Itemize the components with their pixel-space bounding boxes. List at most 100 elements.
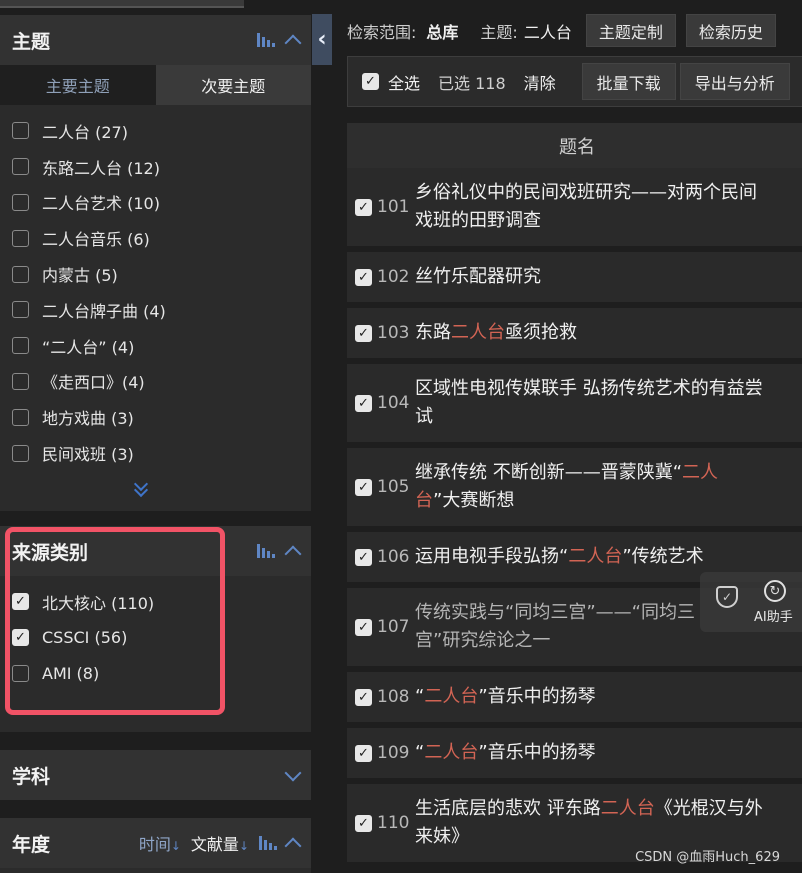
ai-assistant-widget[interactable]: ✓ ↻ AI助手	[700, 572, 802, 632]
facet-label[interactable]: “二人台” (4)	[42, 334, 134, 358]
row-checkbox[interactable]: ✓	[355, 394, 372, 412]
chevron-up-icon[interactable]	[284, 837, 302, 855]
result-row[interactable]: ✓ 101 乡俗礼仪中的民间戏班研究——对两个民间 戏班的田野调查	[347, 168, 802, 246]
facet-label[interactable]: 二人台艺术 (10)	[42, 190, 160, 214]
ai-assistant-label[interactable]: AI助手	[754, 606, 793, 625]
row-checkbox[interactable]: ✓	[355, 198, 372, 216]
row-checkbox[interactable]: ✓	[355, 618, 372, 636]
topic-panel-header[interactable]: 主题	[0, 15, 311, 65]
facet-label[interactable]: 二人台音乐 (6)	[42, 226, 150, 250]
clear-button[interactable]: 清除	[524, 70, 556, 94]
topic-panel-title: 主题	[12, 30, 51, 53]
row-checkbox[interactable]: ✓	[355, 324, 372, 342]
facet-label[interactable]: 内蒙古 (5)	[42, 262, 118, 286]
result-title-link[interactable]: 丝竹乐配器研究	[415, 263, 802, 291]
facet-label[interactable]: 东路二人台 (12)	[42, 155, 160, 179]
result-title-link[interactable]: 生活底层的悲欢 评东路二人台《光棍汉与外 来妹》	[415, 795, 802, 851]
chart-icon[interactable]	[257, 544, 275, 558]
title-line: 丝竹乐配器研究	[415, 263, 802, 291]
search-history-button[interactable]: 检索历史	[685, 14, 776, 47]
chart-icon[interactable]	[257, 33, 275, 47]
facet-label[interactable]: 地方戏曲 (3)	[42, 405, 134, 429]
row-number: 103	[377, 323, 410, 343]
row-checkbox[interactable]: ✓	[355, 548, 372, 566]
facet-item[interactable]: 二人台 (27)	[0, 113, 311, 149]
facet-item[interactable]: 《走西口》(4)	[0, 364, 311, 400]
title-text: 丝竹乐配器研究	[415, 266, 541, 287]
result-row[interactable]: ✓ 105 继承传统 不断创新——晋蒙陕冀“二人 台”大赛断想	[347, 448, 802, 526]
result-row[interactable]: ✓ 102 丝竹乐配器研究	[347, 252, 802, 302]
row-checkbox[interactable]: ✓	[355, 688, 372, 706]
row-checkbox[interactable]: ✓	[355, 814, 372, 832]
facet-checkbox[interactable]	[12, 229, 29, 247]
facet-checkbox[interactable]	[12, 372, 29, 390]
search-scope-bar: 检索范围: 总库 主题: 二人台 主题定制 检索历史	[347, 14, 786, 47]
facet-item[interactable]: “二人台” (4)	[0, 328, 311, 364]
result-row[interactable]: ✓ 103 东路二人台亟须抢救	[347, 308, 802, 358]
export-analysis-button[interactable]: 导出与分析	[679, 63, 790, 100]
tab-primary-topic[interactable]: 主要主题	[0, 65, 156, 105]
chevron-up-icon[interactable]	[284, 545, 302, 563]
select-all-checkbox[interactable]: ✓	[362, 73, 379, 90]
result-title-link[interactable]: 区域性电视传媒联手 弘扬传统艺术的有益尝试	[415, 375, 802, 431]
select-all-label[interactable]: 全选	[388, 70, 420, 94]
chevron-up-icon[interactable]	[284, 34, 302, 52]
result-title-link[interactable]: 东路二人台亟须抢救	[415, 319, 802, 347]
facet-checkbox[interactable]	[12, 265, 29, 283]
facet-label[interactable]: 二人台牌子曲 (4)	[42, 298, 166, 322]
keyword-highlight: 二人台	[424, 742, 479, 763]
chart-icon[interactable]	[259, 836, 277, 850]
result-row[interactable]: ✓ 108 “二人台”音乐中的扬琴	[347, 672, 802, 722]
facet-item[interactable]: 二人台艺术 (10)	[0, 185, 311, 221]
title-text: ”音乐中的扬琴	[478, 686, 596, 707]
watermark: CSDN @血雨Huch_629	[635, 850, 780, 865]
column-header-title[interactable]: 题名	[347, 123, 802, 168]
result-title-link[interactable]: 继承传统 不断创新——晋蒙陕冀“二人 台”大赛断想	[415, 459, 802, 515]
batch-download-button[interactable]: 批量下载	[581, 63, 676, 100]
facet-label[interactable]: 《走西口》(4)	[42, 369, 145, 393]
subject-panel-header[interactable]: 学科	[0, 750, 311, 800]
arrow-down-icon: ↓	[238, 839, 249, 853]
row-checkbox[interactable]: ✓	[355, 744, 372, 762]
facet-checkbox[interactable]	[12, 408, 29, 426]
result-title-link[interactable]: 乡俗礼仪中的民间戏班研究——对两个民间 戏班的田野调查	[415, 179, 802, 235]
facet-item[interactable]: 地方戏曲 (3)	[0, 399, 311, 435]
facet-checkbox[interactable]	[12, 193, 29, 211]
collapse-sidebar-button[interactable]: ‹	[312, 14, 332, 65]
keyword-highlight: 二人台	[600, 798, 655, 819]
highlight-box	[5, 527, 225, 715]
shield-icon[interactable]: ✓	[716, 586, 738, 608]
title-line: 生活底层的悲欢 评东路二人台《光棍汉与外	[415, 795, 802, 823]
facet-item[interactable]: 民间戏班 (3)	[0, 435, 311, 471]
sort-by-count[interactable]: 文献量↓	[191, 831, 249, 855]
result-title-link[interactable]: 运用电视手段弘扬“二人台”传统艺术	[415, 543, 802, 571]
facet-item[interactable]: 内蒙古 (5)	[0, 256, 311, 292]
year-panel-header[interactable]: 年度 时间↓ 文献量↓	[0, 818, 311, 868]
facet-checkbox[interactable]	[12, 122, 29, 140]
title-text: 区域性电视传媒联手 弘扬传统艺术的有益尝	[415, 378, 763, 399]
tab-secondary-topic[interactable]: 次要主题	[155, 65, 311, 105]
row-checkbox[interactable]: ✓	[355, 478, 372, 496]
result-row[interactable]: ✓ 109 “二人台”音乐中的扬琴	[347, 728, 802, 778]
facet-label[interactable]: 民间戏班 (3)	[42, 441, 134, 465]
result-title-link[interactable]: “二人台”音乐中的扬琴	[415, 739, 802, 767]
row-number: 107	[377, 617, 410, 637]
row-checkbox[interactable]: ✓	[355, 268, 372, 286]
facet-label[interactable]: 二人台 (27)	[42, 119, 128, 143]
facet-item[interactable]: 二人台音乐 (6)	[0, 220, 311, 256]
facet-checkbox[interactable]	[12, 444, 29, 462]
chevron-down-icon[interactable]	[284, 764, 302, 782]
title-text: 亟须抢救	[505, 322, 577, 343]
result-title-link[interactable]: “二人台”音乐中的扬琴	[415, 683, 802, 711]
scope-value[interactable]: 总库	[426, 19, 458, 43]
facet-checkbox[interactable]	[12, 158, 29, 176]
facet-checkbox[interactable]	[12, 337, 29, 355]
sort-by-time[interactable]: 时间↓	[139, 831, 181, 855]
topic-custom-button[interactable]: 主题定制	[585, 14, 676, 47]
ai-swirl-icon[interactable]: ↻	[764, 580, 786, 602]
expand-more-icon[interactable]	[133, 476, 149, 499]
result-row[interactable]: ✓ 104 区域性电视传媒联手 弘扬传统艺术的有益尝试	[347, 364, 802, 442]
facet-item[interactable]: 东路二人台 (12)	[0, 149, 311, 185]
facet-checkbox[interactable]	[12, 301, 29, 319]
facet-item[interactable]: 二人台牌子曲 (4)	[0, 292, 311, 328]
